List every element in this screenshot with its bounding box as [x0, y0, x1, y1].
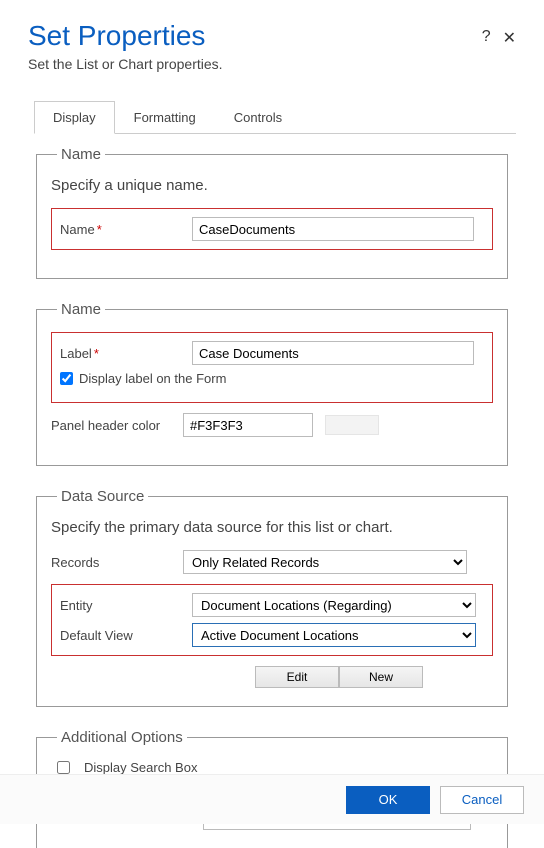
- panel-header-color-input[interactable]: [183, 413, 313, 437]
- close-icon[interactable]: ✕: [503, 28, 516, 48]
- page-subtitle: Set the List or Chart properties.: [28, 56, 223, 72]
- highlight-name: Name*: [51, 208, 493, 250]
- label-records: Records: [51, 555, 183, 570]
- section-name-label: Name Label* Display label on the Form Pa…: [36, 301, 508, 466]
- entity-select[interactable]: Document Locations (Regarding): [192, 593, 476, 617]
- label-label: Label*: [60, 346, 192, 361]
- hint-unique-name: Specify a unique name.: [51, 177, 493, 194]
- display-search-box-label: Display Search Box: [84, 760, 197, 775]
- highlight-label: Label* Display label on the Form: [51, 332, 493, 403]
- tab-strip: Display Formatting Controls: [34, 100, 516, 134]
- hint-data-source: Specify the primary data source for this…: [51, 519, 493, 536]
- section-data-source: Data Source Specify the primary data sou…: [36, 488, 508, 707]
- help-icon[interactable]: ?: [482, 28, 491, 48]
- tab-formatting[interactable]: Formatting: [115, 101, 215, 134]
- section-name-unique: Name Specify a unique name. Name*: [36, 146, 508, 279]
- ok-button[interactable]: OK: [346, 786, 430, 814]
- legend-data-source: Data Source: [57, 488, 148, 505]
- label-panel-header-color: Panel header color: [51, 418, 183, 433]
- default-view-select[interactable]: Active Document Locations: [192, 623, 476, 647]
- dialog-footer: OK Cancel: [0, 774, 544, 824]
- page-title: Set Properties: [28, 20, 223, 52]
- cancel-button[interactable]: Cancel: [440, 786, 524, 814]
- highlight-entity-view: Entity Document Locations (Regarding) De…: [51, 584, 493, 656]
- display-search-box-checkbox[interactable]: [57, 761, 70, 774]
- label-input[interactable]: [192, 341, 474, 365]
- display-label-checkbox-label: Display label on the Form: [79, 371, 226, 386]
- new-button[interactable]: New: [339, 666, 423, 688]
- legend-name1: Name: [57, 146, 105, 163]
- label-entity: Entity: [60, 598, 192, 613]
- label-default-view: Default View: [60, 628, 192, 643]
- label-name: Name*: [60, 222, 192, 237]
- tab-controls[interactable]: Controls: [215, 101, 301, 134]
- display-label-checkbox[interactable]: [60, 372, 73, 385]
- tab-display[interactable]: Display: [34, 101, 115, 134]
- records-select[interactable]: Only Related Records: [183, 550, 467, 574]
- panel-header-color-swatch: [325, 415, 379, 435]
- edit-button[interactable]: Edit: [255, 666, 339, 688]
- legend-name2: Name: [57, 301, 105, 318]
- name-input[interactable]: [192, 217, 474, 241]
- legend-additional: Additional Options: [57, 729, 187, 746]
